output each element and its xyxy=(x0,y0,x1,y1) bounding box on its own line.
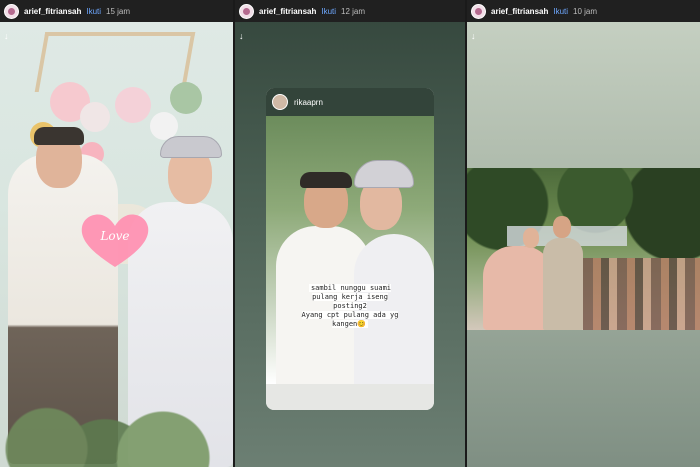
download-icon[interactable]: ↓ xyxy=(4,32,9,41)
post-time: 10 jam xyxy=(573,6,598,16)
repost-username[interactable]: rikaaprn xyxy=(294,98,323,107)
repost-footer xyxy=(266,384,434,410)
repost-photo: sambil nunggu suami pulang kerja iseng p… xyxy=(266,116,434,386)
love-sticker: Love xyxy=(80,213,150,269)
avatar[interactable] xyxy=(239,3,254,19)
story-panel-2[interactable]: arief_fitriansah Ikuti 12 jam ↓ rikaaprn… xyxy=(235,0,465,467)
avatar[interactable] xyxy=(272,94,288,110)
story-panel-1[interactable]: arief_fitriansah Ikuti 15 jam ↓ Love xyxy=(0,0,233,467)
username[interactable]: arief_fitriansah xyxy=(491,7,548,16)
story-header: arief_fitriansah Ikuti 12 jam xyxy=(235,0,465,22)
follow-button[interactable]: Ikuti xyxy=(321,7,336,16)
love-text: Love xyxy=(100,229,130,243)
follow-button[interactable]: Ikuti xyxy=(553,7,568,16)
story-header: arief_fitriansah Ikuti 15 jam xyxy=(0,0,233,22)
story-panel-3[interactable]: arief_fitriansah Ikuti 10 jam ↓ xyxy=(467,0,700,467)
username[interactable]: arief_fitriansah xyxy=(259,7,316,16)
follow-button[interactable]: Ikuti xyxy=(86,7,101,16)
garden-wedding-photo xyxy=(467,168,700,330)
avatar[interactable] xyxy=(4,3,19,19)
post-time: 12 jam xyxy=(341,6,366,16)
username[interactable]: arief_fitriansah xyxy=(24,7,81,16)
story-header: arief_fitriansah Ikuti 10 jam xyxy=(467,0,700,22)
story-caption: sambil nunggu suami pulang kerja iseng p… xyxy=(301,284,399,328)
reposted-story-card[interactable]: rikaaprn sambil nunggu suami pulang kerj… xyxy=(266,88,434,410)
repost-header: rikaaprn xyxy=(266,88,434,116)
post-time: 15 jam xyxy=(106,6,131,16)
download-icon[interactable]: ↓ xyxy=(471,32,476,41)
avatar[interactable] xyxy=(471,3,486,19)
download-icon[interactable]: ↓ xyxy=(239,32,244,41)
